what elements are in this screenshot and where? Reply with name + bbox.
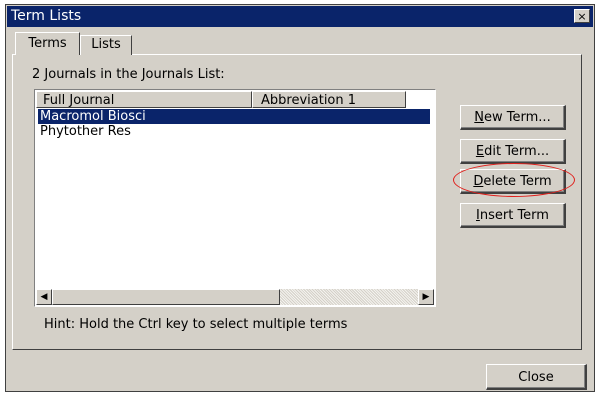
button-label: ew Term... (484, 110, 551, 125)
scrollbar-thumb[interactable] (52, 289, 280, 305)
hint-text: Hint: Hold the Ctrl key to select multip… (44, 317, 348, 332)
edit-term-button[interactable]: Edit Term... (460, 139, 566, 164)
column-header-label: Abbreviation 1 (261, 93, 357, 108)
list-item[interactable]: Macromol Biosci (38, 109, 430, 124)
column-header-label: Full Journal (43, 93, 115, 108)
title-bar[interactable]: Term Lists × (7, 6, 593, 27)
journals-list[interactable]: Full Journal Abbreviation 1 Macromol Bio… (34, 89, 436, 307)
scroll-right-icon[interactable]: ▶ (418, 289, 434, 305)
tab-terms-label: Terms (28, 36, 67, 51)
journal-name: Macromol Biosci (40, 109, 146, 124)
scroll-left-icon[interactable]: ◀ (36, 289, 52, 305)
button-label: nsert Term (479, 208, 549, 223)
button-label: dit Term... (484, 144, 550, 159)
list-item[interactable]: Phytother Res (38, 124, 430, 139)
window-title: Term Lists (11, 8, 82, 24)
tab-lists[interactable]: Lists (80, 35, 132, 55)
close-icon[interactable]: × (574, 9, 590, 23)
journal-count-label: 2 Journals in the Journals List: (32, 67, 225, 82)
tab-terms[interactable]: Terms (15, 32, 80, 55)
close-button[interactable]: Close (486, 364, 587, 390)
annotation-ellipse (453, 163, 575, 197)
accelerator-key: E (475, 144, 485, 159)
tab-lists-label: Lists (91, 37, 121, 52)
column-header-abbreviation-1[interactable]: Abbreviation 1 (252, 91, 406, 108)
new-term-button[interactable]: New Term... (460, 105, 566, 130)
insert-term-button[interactable]: Insert Term (460, 203, 566, 228)
accelerator-key: N (474, 110, 485, 125)
column-header-full-journal[interactable]: Full Journal (36, 91, 252, 108)
journal-name: Phytother Res (40, 124, 131, 139)
horizontal-scrollbar[interactable]: ◀ ▶ (36, 289, 434, 305)
